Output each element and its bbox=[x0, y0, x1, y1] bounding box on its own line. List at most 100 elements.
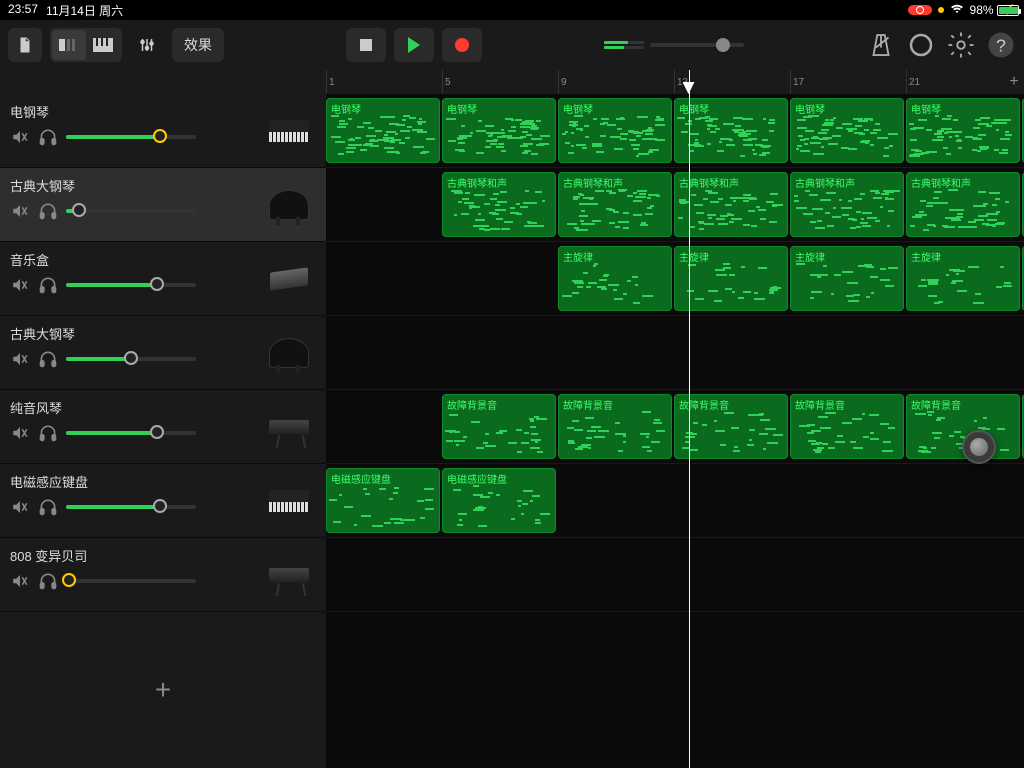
instrument-icon[interactable] bbox=[262, 252, 316, 306]
track-lane[interactable]: 电钢琴电钢琴电钢琴电钢琴电钢琴电钢琴电钢琴电钢琴电钢琴电钢琴电钢琴电钢琴 bbox=[326, 94, 1024, 168]
midi-region[interactable]: 电钢琴 bbox=[442, 98, 556, 163]
midi-notes bbox=[561, 115, 669, 160]
track-lane[interactable] bbox=[326, 316, 1024, 390]
midi-region[interactable]: 故障背景音 bbox=[558, 394, 672, 459]
fx-button[interactable]: 效果 bbox=[172, 28, 224, 62]
help-button[interactable]: ? bbox=[986, 30, 1016, 60]
instrument-icon[interactable] bbox=[262, 548, 316, 602]
volume-knob[interactable] bbox=[62, 573, 76, 587]
bar-ruler[interactable]: 159131721252933374145 bbox=[326, 70, 1024, 94]
track-header[interactable]: 古典大钢琴 bbox=[0, 168, 326, 242]
track-lane[interactable]: 古典钢琴和声古典钢琴和声古典钢琴和声古典钢琴和声古典钢琴和声古典钢琴和声古典钢琴… bbox=[326, 168, 1024, 242]
midi-region[interactable]: 古典钢琴和声 bbox=[442, 172, 556, 237]
midi-region[interactable]: 古典钢琴和声 bbox=[558, 172, 672, 237]
instrument-icon[interactable] bbox=[262, 178, 316, 232]
add-track-button[interactable]: + bbox=[0, 612, 326, 768]
midi-region[interactable]: 电钢琴 bbox=[326, 98, 440, 163]
floating-input-button[interactable] bbox=[962, 430, 996, 464]
headphones-icon[interactable] bbox=[38, 127, 58, 147]
volume-slider[interactable] bbox=[66, 431, 196, 435]
track-controls-button[interactable] bbox=[130, 28, 164, 62]
track-header[interactable]: 纯音风琴 bbox=[0, 390, 326, 464]
headphones-icon[interactable] bbox=[38, 349, 58, 369]
midi-region[interactable]: 主旋律 bbox=[906, 246, 1020, 311]
midi-region[interactable]: 电磁感应键盘 bbox=[326, 468, 440, 533]
midi-region[interactable]: 故障背景音 bbox=[674, 394, 788, 459]
midi-notes bbox=[445, 411, 553, 456]
volume-knob[interactable] bbox=[153, 129, 167, 143]
volume-knob[interactable] bbox=[150, 425, 164, 439]
play-button[interactable] bbox=[394, 28, 434, 62]
master-volume[interactable] bbox=[604, 41, 744, 49]
metronome-button[interactable] bbox=[866, 30, 896, 60]
instrument-icon[interactable] bbox=[262, 474, 316, 528]
headphones-icon[interactable] bbox=[38, 497, 58, 517]
mute-icon[interactable] bbox=[10, 497, 30, 517]
mute-icon[interactable] bbox=[10, 571, 30, 591]
playhead[interactable] bbox=[689, 70, 690, 768]
instrument-icon[interactable] bbox=[262, 104, 316, 158]
volume-knob[interactable] bbox=[150, 277, 164, 291]
mute-icon[interactable] bbox=[10, 423, 30, 443]
midi-region[interactable]: 主旋律 bbox=[558, 246, 672, 311]
track-lane[interactable]: 主旋律主旋律主旋律主旋律主旋律主旋律主旋律主旋律主旋律主旋律 bbox=[326, 242, 1024, 316]
settings-button[interactable] bbox=[946, 30, 976, 60]
mute-icon[interactable] bbox=[10, 349, 30, 369]
master-volume-knob[interactable] bbox=[716, 38, 730, 52]
midi-region[interactable]: 古典钢琴和声 bbox=[790, 172, 904, 237]
track-header[interactable]: 电钢琴 bbox=[0, 94, 326, 168]
track-header[interactable]: 音乐盒 bbox=[0, 242, 326, 316]
midi-notes bbox=[793, 263, 901, 308]
track-header[interactable]: 古典大钢琴 bbox=[0, 316, 326, 390]
midi-region[interactable]: 主旋律 bbox=[790, 246, 904, 311]
screen-record-indicator[interactable] bbox=[908, 5, 932, 15]
tracks-area[interactable]: 电钢琴电钢琴电钢琴电钢琴电钢琴电钢琴电钢琴电钢琴电钢琴电钢琴电钢琴电钢琴古典钢琴… bbox=[326, 94, 1024, 612]
midi-region[interactable]: 电磁感应键盘 bbox=[442, 468, 556, 533]
headphones-icon[interactable] bbox=[38, 571, 58, 591]
my-songs-button[interactable] bbox=[8, 28, 42, 62]
transport-controls bbox=[346, 28, 482, 62]
volume-knob[interactable] bbox=[153, 499, 167, 513]
track-header[interactable]: 电磁感应键盘 bbox=[0, 464, 326, 538]
midi-region[interactable]: 故障背景音 bbox=[790, 394, 904, 459]
instrument-icon[interactable] bbox=[262, 400, 316, 454]
headphones-icon[interactable] bbox=[38, 275, 58, 295]
volume-slider[interactable] bbox=[66, 505, 196, 509]
instrument-icon[interactable] bbox=[262, 326, 316, 380]
mute-icon[interactable] bbox=[10, 127, 30, 147]
track-lane[interactable]: 故障背景音故障背景音故障背景音故障背景音故障背景音故障背景音故障背景音故障背景音… bbox=[326, 390, 1024, 464]
midi-region[interactable]: 电钢琴 bbox=[906, 98, 1020, 163]
add-bars-button[interactable]: + bbox=[1004, 70, 1024, 94]
midi-region[interactable]: 主旋律 bbox=[674, 246, 788, 311]
midi-region[interactable]: 电钢琴 bbox=[790, 98, 904, 163]
midi-region[interactable]: 电钢琴 bbox=[674, 98, 788, 163]
track-lane[interactable] bbox=[326, 538, 1024, 612]
volume-knob[interactable] bbox=[72, 203, 86, 217]
volume-slider[interactable] bbox=[66, 579, 196, 583]
track-name: 古典大钢琴 bbox=[10, 324, 254, 343]
volume-knob[interactable] bbox=[124, 351, 138, 365]
midi-notes bbox=[445, 189, 553, 234]
mute-icon[interactable] bbox=[10, 275, 30, 295]
view-mode-segment[interactable] bbox=[50, 28, 122, 62]
tracks-view-button[interactable] bbox=[52, 30, 86, 60]
midi-region[interactable]: 古典钢琴和声 bbox=[906, 172, 1020, 237]
track-header[interactable]: 808 变异贝司 bbox=[0, 538, 326, 612]
stop-button[interactable] bbox=[346, 28, 386, 62]
volume-slider[interactable] bbox=[66, 357, 196, 361]
headphones-icon[interactable] bbox=[38, 423, 58, 443]
keyboard-view-button[interactable] bbox=[86, 30, 120, 60]
main-area: 电钢琴 古典大钢琴 bbox=[0, 70, 1024, 768]
midi-region[interactable]: 古典钢琴和声 bbox=[674, 172, 788, 237]
mute-icon[interactable] bbox=[10, 201, 30, 221]
track-lane[interactable]: 电磁感应键盘电磁感应键盘 bbox=[326, 464, 1024, 538]
volume-slider[interactable] bbox=[66, 135, 196, 139]
timeline[interactable]: 159131721252933374145 + 电钢琴电钢琴电钢琴电钢琴电钢琴电… bbox=[326, 70, 1024, 768]
headphones-icon[interactable] bbox=[38, 201, 58, 221]
volume-slider[interactable] bbox=[66, 209, 196, 213]
midi-region[interactable]: 故障背景音 bbox=[442, 394, 556, 459]
volume-slider[interactable] bbox=[66, 283, 196, 287]
loop-button[interactable] bbox=[906, 30, 936, 60]
midi-region[interactable]: 电钢琴 bbox=[558, 98, 672, 163]
record-button[interactable] bbox=[442, 28, 482, 62]
